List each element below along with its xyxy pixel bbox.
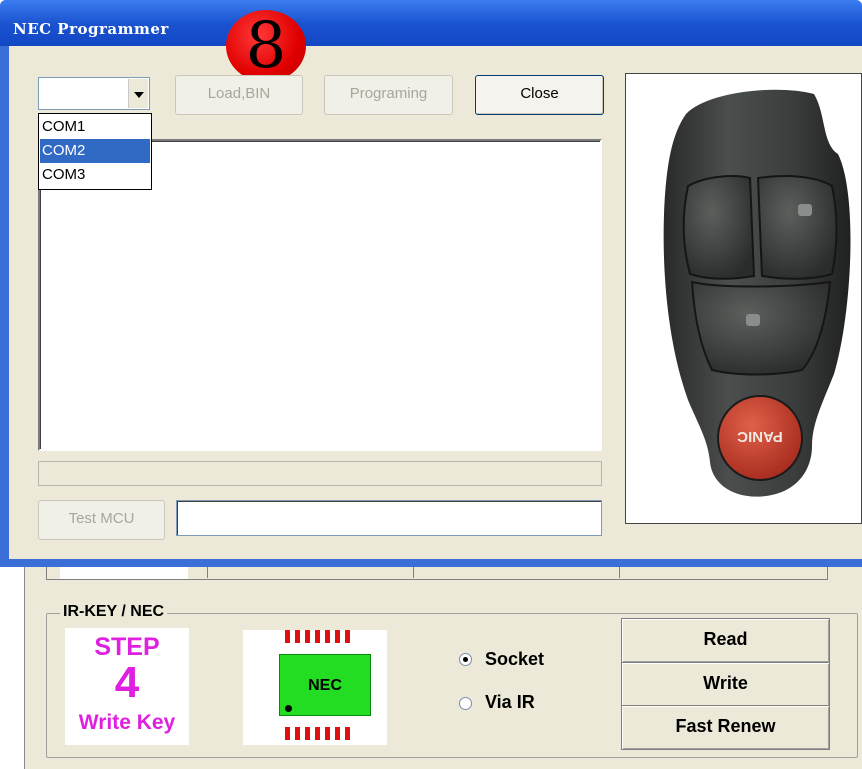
test-output-field[interactable] [176, 500, 602, 536]
pin1-marker [285, 705, 292, 712]
step-caption: Write Key [78, 711, 176, 734]
dropdown-option-com2[interactable]: COM2 [40, 139, 150, 163]
write-button[interactable]: Write [621, 662, 830, 707]
nec-chip-icon: NEC [279, 654, 371, 716]
close-button[interactable]: Close [475, 75, 604, 115]
test-mcu-button[interactable]: Test MCU [38, 500, 165, 540]
socket-radio-label: Socket [485, 649, 545, 669]
com-port-dropdown-list[interactable]: COM1 COM2 COM3 [38, 113, 152, 190]
com-port-select[interactable] [38, 77, 150, 110]
dropdown-option-com3[interactable]: COM3 [40, 163, 150, 187]
panic-label: PANIC [737, 428, 783, 445]
remote-key-image: PANIC [625, 73, 862, 524]
programing-button[interactable]: Programing [324, 75, 453, 115]
progress-bar [38, 461, 602, 486]
step-number: 4 [114, 658, 140, 707]
chevron-down-icon[interactable] [128, 79, 148, 108]
car-key-fob-icon: PANIC [663, 89, 851, 497]
step-number-badge: 8 [226, 10, 306, 82]
dropdown-option-com1[interactable]: COM1 [40, 115, 150, 139]
via-ir-radio[interactable] [459, 697, 472, 710]
group-title: IR-KEY / NEC [60, 603, 168, 621]
load-bin-button[interactable]: Load,BIN [175, 75, 303, 115]
read-button[interactable]: Read [621, 618, 830, 663]
via-ir-radio-label: Via IR [485, 692, 535, 712]
socket-radio[interactable] [459, 653, 472, 666]
fast-renew-button[interactable]: Fast Renew [621, 705, 830, 750]
window-title: NEC Programmer [13, 20, 169, 38]
step-badge: STEP 4 Write Key [65, 628, 189, 745]
